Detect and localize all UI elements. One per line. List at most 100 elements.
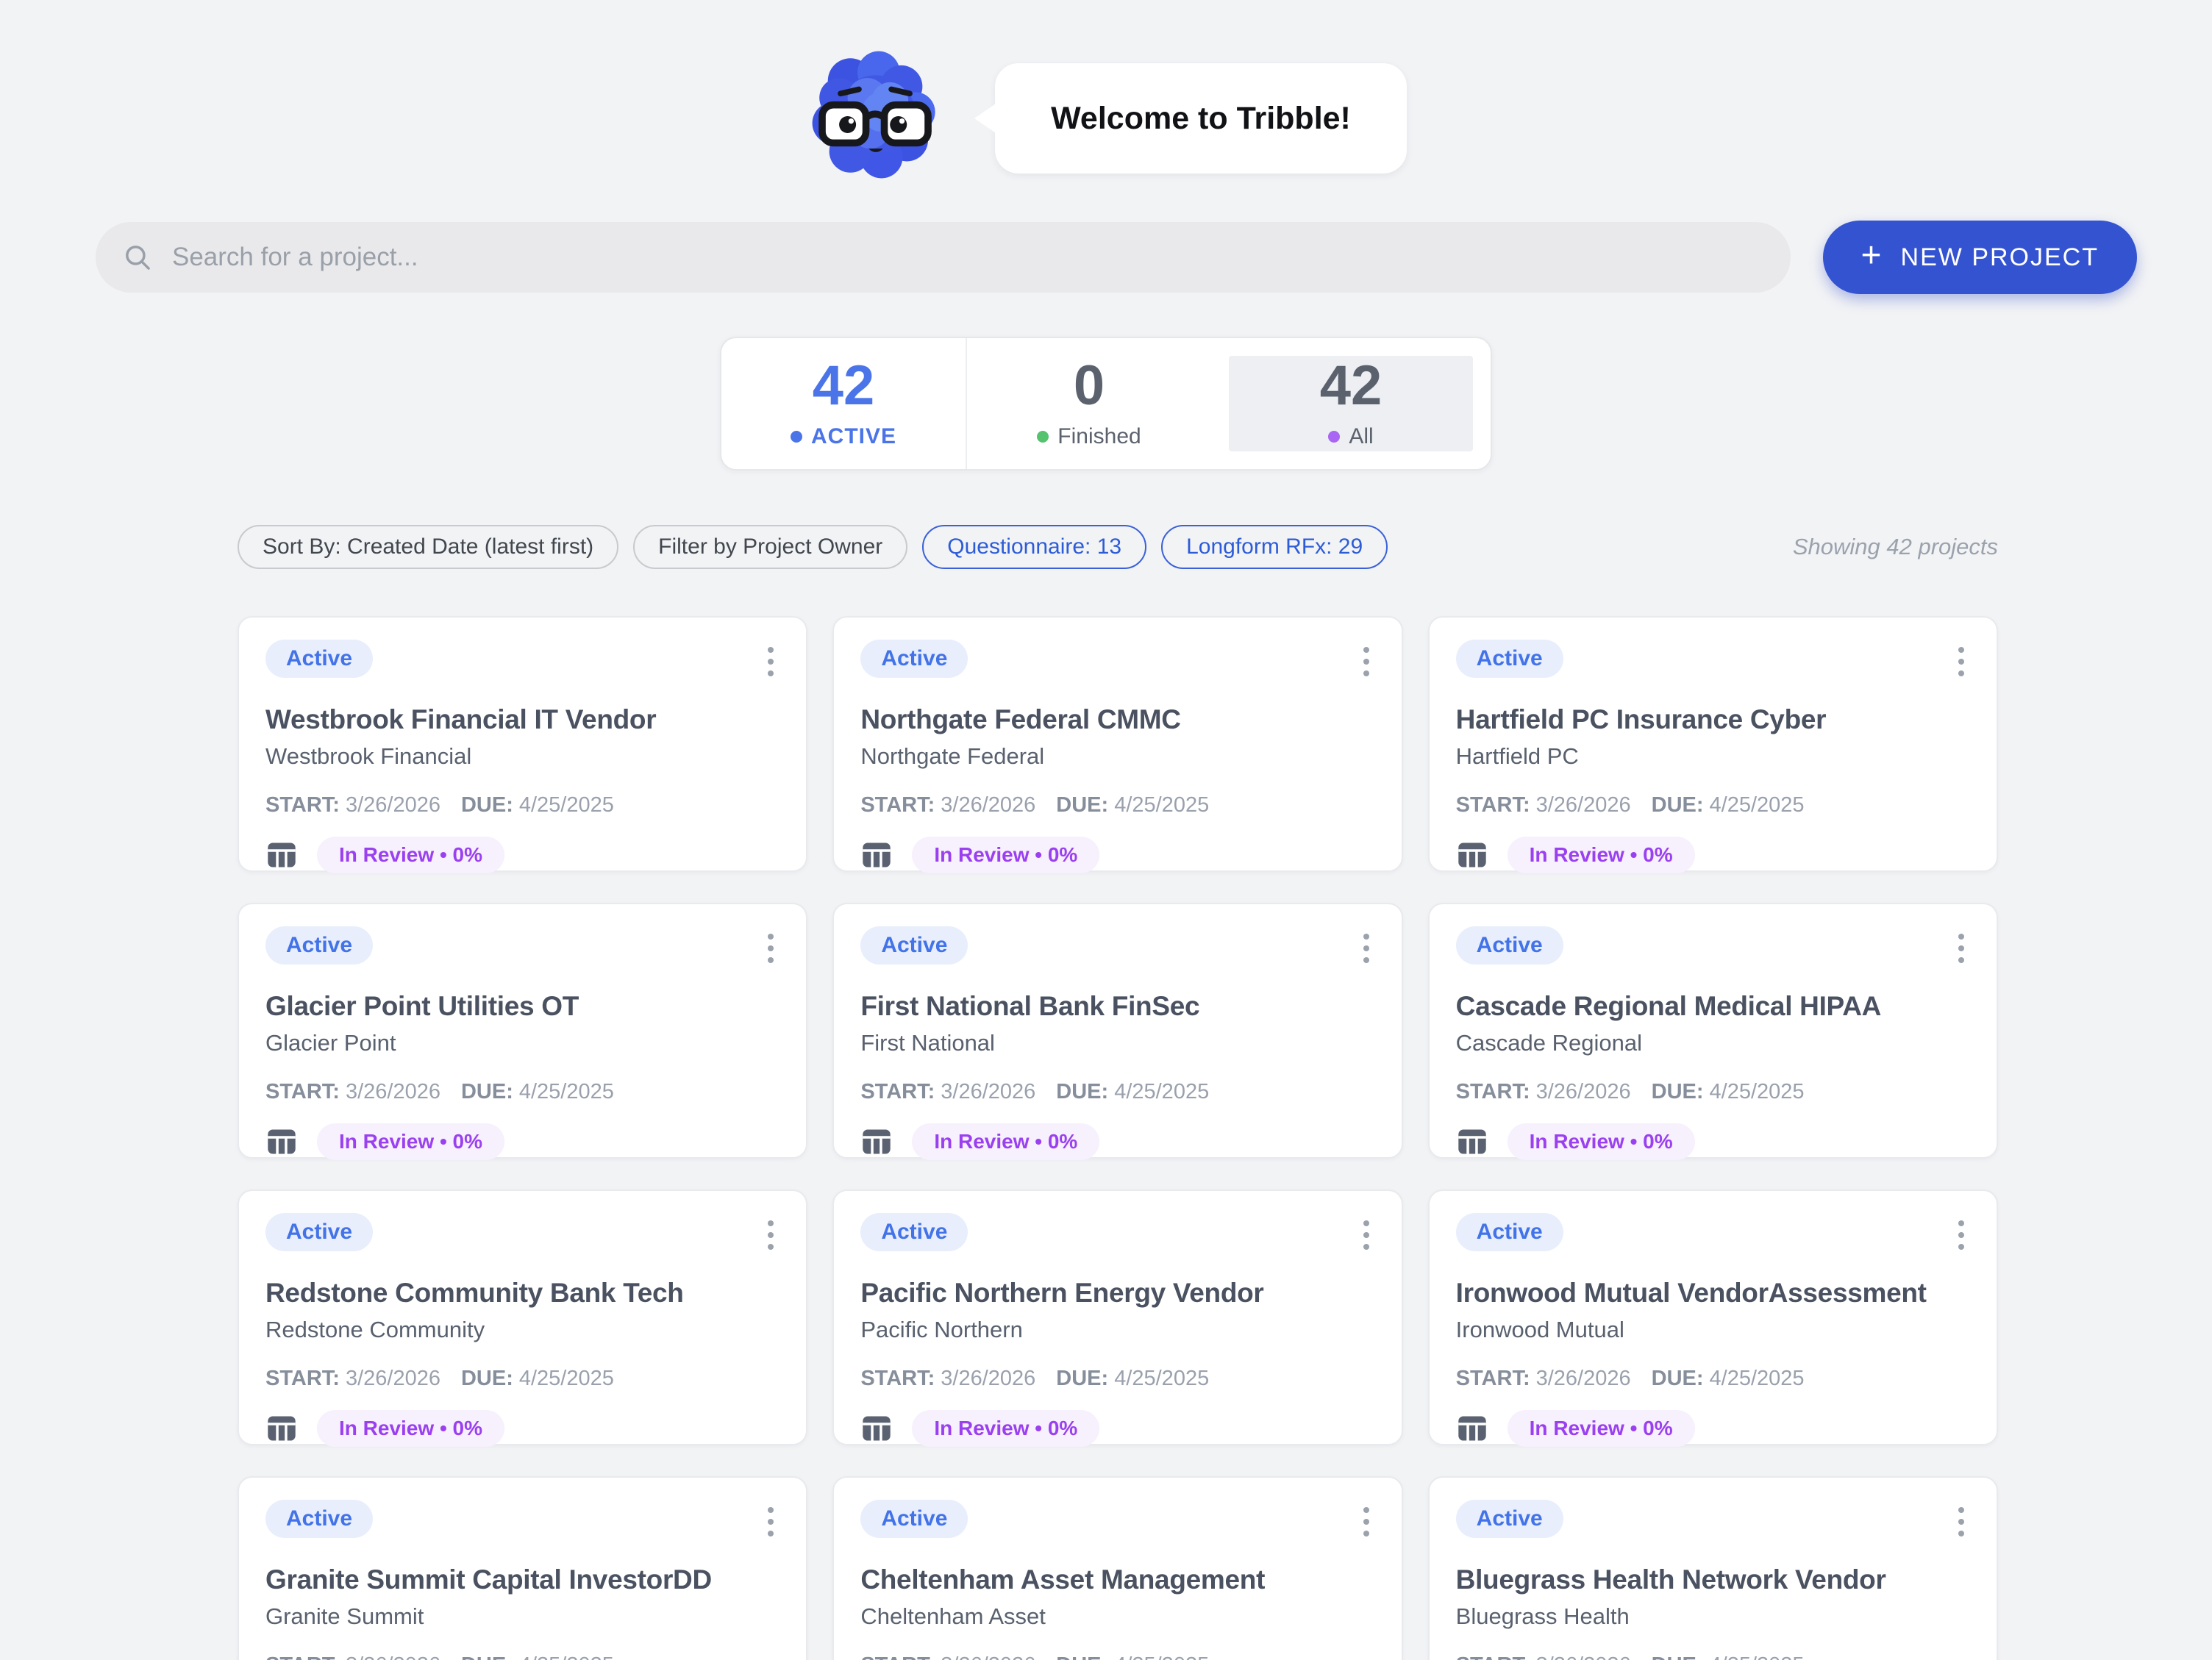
project-card[interactable]: Active Pacific Northern Energy Vendor Pa… bbox=[832, 1189, 1402, 1445]
project-company: Granite Summit bbox=[265, 1603, 779, 1630]
table-icon bbox=[1456, 839, 1488, 871]
kebab-menu-icon[interactable] bbox=[1952, 926, 1970, 970]
due-date: DUE:4/25/2025 bbox=[1056, 1653, 1209, 1660]
search-input[interactable] bbox=[172, 243, 1764, 272]
project-card[interactable]: Active Cascade Regional Medical HIPAA Ca… bbox=[1428, 903, 1998, 1159]
project-company: Ironwood Mutual bbox=[1456, 1317, 1970, 1343]
filter-owner-chip[interactable]: Filter by Project Owner bbox=[633, 525, 907, 569]
project-card[interactable]: Active Westbrook Financial IT Vendor Wes… bbox=[238, 616, 807, 872]
project-card[interactable]: Active Ironwood Mutual VendorAssessment … bbox=[1428, 1189, 1998, 1445]
project-company: Westbrook Financial bbox=[265, 743, 779, 770]
review-progress-badge: In Review • 0% bbox=[912, 837, 1099, 873]
project-title: Granite Summit Capital InvestorDD bbox=[265, 1564, 779, 1595]
project-title: Hartfield PC Insurance Cyber bbox=[1456, 704, 1970, 735]
longform-rfx-chip[interactable]: Longform RFx: 29 bbox=[1161, 525, 1388, 569]
project-dates: START:3/26/2026 DUE:4/25/2025 bbox=[265, 1653, 779, 1660]
project-title: Cheltenham Asset Management bbox=[860, 1564, 1374, 1595]
project-dates: START:3/26/2026 DUE:4/25/2025 bbox=[1456, 1367, 1970, 1391]
project-dates: START:3/26/2026 DUE:4/25/2025 bbox=[860, 793, 1374, 818]
project-dates: START:3/26/2026 DUE:4/25/2025 bbox=[860, 1080, 1374, 1104]
start-date: START:3/26/2026 bbox=[1456, 1080, 1631, 1104]
project-title: Ironwood Mutual VendorAssessment bbox=[1456, 1278, 1970, 1309]
showing-count-text: Showing 42 projects bbox=[1793, 534, 1998, 560]
finished-dot-icon bbox=[1037, 431, 1049, 443]
kebab-menu-icon[interactable] bbox=[1952, 1213, 1970, 1257]
welcome-speech-bubble: Welcome to Tribble! bbox=[995, 63, 1407, 173]
project-company: Hartfield PC bbox=[1456, 743, 1970, 770]
kebab-menu-icon[interactable] bbox=[1357, 640, 1375, 684]
start-date: START:3/26/2026 bbox=[1456, 793, 1631, 818]
start-date: START:3/26/2026 bbox=[1456, 1367, 1631, 1391]
project-card[interactable]: Active First National Bank FinSec First … bbox=[832, 903, 1402, 1159]
status-badge: Active bbox=[860, 1213, 968, 1251]
project-company: Cascade Regional bbox=[1456, 1030, 1970, 1056]
due-date: DUE:4/25/2025 bbox=[461, 793, 614, 818]
project-company: Northgate Federal bbox=[860, 743, 1374, 770]
start-date: START:3/26/2026 bbox=[265, 1080, 440, 1104]
project-card[interactable]: Active Northgate Federal CMMC Northgate … bbox=[832, 616, 1402, 872]
project-title: Cascade Regional Medical HIPAA bbox=[1456, 991, 1970, 1022]
stat-finished[interactable]: 0 Finished bbox=[966, 338, 1211, 469]
stat-all[interactable]: 42 All bbox=[1229, 356, 1473, 451]
project-card[interactable]: Active Redstone Community Bank Tech Reds… bbox=[238, 1189, 807, 1445]
stat-all-value: 42 bbox=[1320, 358, 1382, 414]
table-icon bbox=[265, 839, 298, 871]
stat-all-label: All bbox=[1349, 424, 1373, 449]
kebab-menu-icon[interactable] bbox=[762, 926, 779, 970]
kebab-menu-icon[interactable] bbox=[1952, 1500, 1970, 1544]
stat-active-value: 42 bbox=[813, 358, 875, 414]
due-date: DUE:4/25/2025 bbox=[1652, 1080, 1805, 1104]
project-dates: START:3/26/2026 DUE:4/25/2025 bbox=[265, 793, 779, 818]
project-company: Glacier Point bbox=[265, 1030, 779, 1056]
status-badge: Active bbox=[1456, 640, 1563, 678]
search-icon bbox=[122, 242, 153, 273]
table-icon bbox=[860, 1412, 893, 1445]
kebab-menu-icon[interactable] bbox=[1357, 1500, 1375, 1544]
review-progress-badge: In Review • 0% bbox=[912, 1123, 1099, 1160]
project-card[interactable]: Active Granite Summit Capital InvestorDD… bbox=[238, 1476, 807, 1660]
project-company: Redstone Community bbox=[265, 1317, 779, 1343]
stat-active[interactable]: 42 ACTIVE bbox=[721, 338, 966, 469]
status-badge: Active bbox=[1456, 1213, 1563, 1251]
toolbar: + NEW PROJECT bbox=[0, 188, 2212, 294]
kebab-menu-icon[interactable] bbox=[1357, 926, 1375, 970]
review-progress-badge: In Review • 0% bbox=[1508, 837, 1695, 873]
kebab-menu-icon[interactable] bbox=[1357, 1213, 1375, 1257]
start-date: START:3/26/2026 bbox=[860, 1653, 1035, 1660]
sort-by-chip[interactable]: Sort By: Created Date (latest first) bbox=[238, 525, 618, 569]
project-grid: Active Westbrook Financial IT Vendor Wes… bbox=[238, 616, 1998, 1660]
due-date: DUE:4/25/2025 bbox=[1652, 1367, 1805, 1391]
table-icon bbox=[265, 1412, 298, 1445]
project-card[interactable]: Active Cheltenham Asset Management Chelt… bbox=[832, 1476, 1402, 1660]
projects-dashboard: Welcome to Tribble! + NEW PROJECT 42 ACT… bbox=[0, 0, 2212, 1660]
status-badge: Active bbox=[265, 1213, 373, 1251]
welcome-text: Welcome to Tribble! bbox=[1051, 101, 1351, 137]
project-card[interactable]: Active Glacier Point Utilities OT Glacie… bbox=[238, 903, 807, 1159]
status-badge: Active bbox=[265, 640, 373, 678]
kebab-menu-icon[interactable] bbox=[762, 640, 779, 684]
start-date: START:3/26/2026 bbox=[860, 1080, 1035, 1104]
review-progress-badge: In Review • 0% bbox=[317, 1123, 504, 1160]
all-dot-icon bbox=[1328, 431, 1340, 443]
project-title: Pacific Northern Energy Vendor bbox=[860, 1278, 1374, 1309]
due-date: DUE:4/25/2025 bbox=[1056, 1080, 1209, 1104]
status-badge: Active bbox=[860, 926, 968, 965]
questionnaire-chip[interactable]: Questionnaire: 13 bbox=[922, 525, 1146, 569]
search-bar[interactable] bbox=[96, 222, 1791, 293]
new-project-button[interactable]: + NEW PROJECT bbox=[1823, 221, 2137, 294]
due-date: DUE:4/25/2025 bbox=[1056, 1367, 1209, 1391]
status-badge: Active bbox=[860, 1500, 968, 1538]
plus-icon: + bbox=[1861, 238, 1882, 273]
project-company: Cheltenham Asset bbox=[860, 1603, 1374, 1630]
project-card[interactable]: Active Hartfield PC Insurance Cyber Hart… bbox=[1428, 616, 1998, 872]
review-progress-badge: In Review • 0% bbox=[1508, 1123, 1695, 1160]
project-company: Pacific Northern bbox=[860, 1317, 1374, 1343]
start-date: START:3/26/2026 bbox=[860, 793, 1035, 818]
project-card[interactable]: Active Bluegrass Health Network Vendor B… bbox=[1428, 1476, 1998, 1660]
kebab-menu-icon[interactable] bbox=[762, 1500, 779, 1544]
project-dates: START:3/26/2026 DUE:4/25/2025 bbox=[1456, 793, 1970, 818]
kebab-menu-icon[interactable] bbox=[762, 1213, 779, 1257]
due-date: DUE:4/25/2025 bbox=[461, 1653, 614, 1660]
table-icon bbox=[1456, 1412, 1488, 1445]
kebab-menu-icon[interactable] bbox=[1952, 640, 1970, 684]
